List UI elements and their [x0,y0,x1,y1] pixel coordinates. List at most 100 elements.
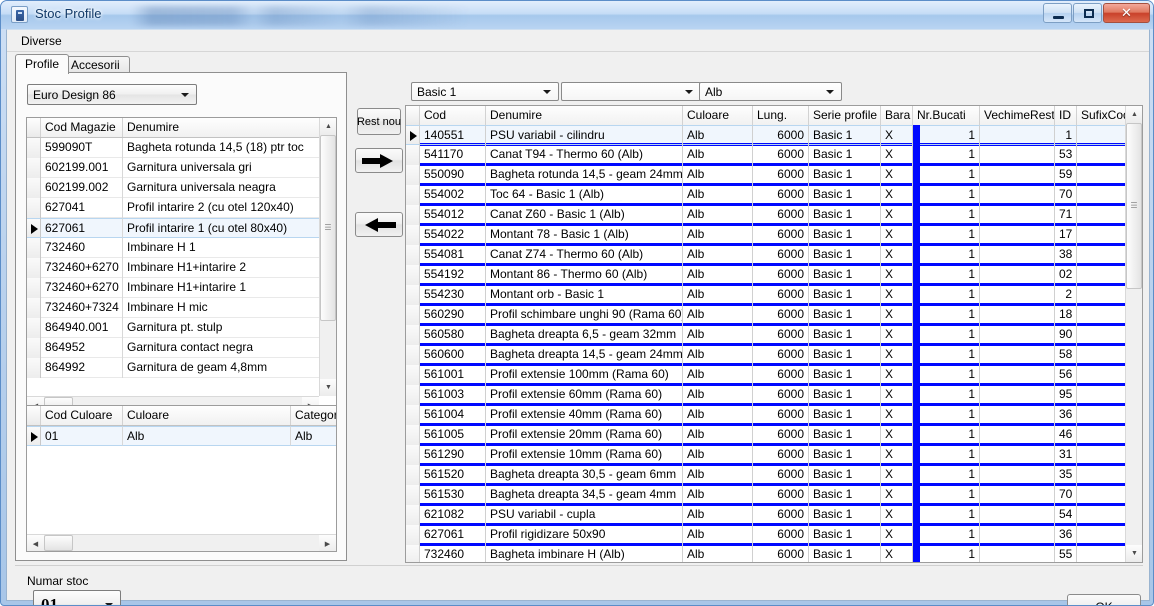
grid-cell[interactable] [980,364,1055,385]
grid-cell[interactable]: 6000 [753,164,809,185]
grid-cell[interactable]: Alb [683,224,753,245]
table-row[interactable]: 561530 Bagheta dreapta 34,5 - geam 4mm Alb… [406,484,1142,506]
table-row[interactable]: 732460 Imbinare H 1 [27,237,336,258]
grid-cell[interactable]: X [881,404,913,425]
row-indicator[interactable] [27,177,41,198]
grid-cell[interactable]: Alb [683,444,753,465]
grid-cell[interactable] [980,304,1055,325]
grid-cell[interactable]: Toc 64 - Basic 1 (Alb) [486,184,683,205]
grid-cell[interactable] [980,244,1055,265]
maximize-button[interactable] [1073,3,1102,23]
grid-cell[interactable]: Profil extensie 60mm (Rama 60) [486,384,683,405]
grid-cell[interactable]: 1 [920,424,980,445]
row-indicator[interactable] [406,524,420,545]
row-indicator[interactable] [406,284,420,305]
grid-cell[interactable]: Alb [683,484,753,505]
table-row[interactable]: 732460+7324 Imbinare H mic [27,297,336,318]
stock-grid-vscrollbar[interactable]: ▲ ☰ ▼ [1125,106,1142,562]
serie-filter-combo[interactable]: Basic 1 [411,82,559,101]
grid-cell[interactable]: 627041 [41,197,123,218]
numar-stoc-combo[interactable]: 01 [33,590,121,605]
table-row[interactable]: 554022 Montant 78 - Basic 1 (Alb) Alb 6000 B… [406,224,1142,246]
grid-cell[interactable]: 1 [920,124,980,145]
row-indicator[interactable] [406,444,420,465]
row-indicator[interactable] [406,344,420,365]
table-row[interactable]: 627061 Profil rigidizare 50x90 Alb 6000 Basi… [406,524,1142,546]
row-indicator[interactable] [406,364,420,385]
table-row[interactable]: 554012 Canat Z60 - Basic 1 (Alb) Alb 6000 Ba… [406,204,1142,226]
grid-cell[interactable]: 6000 [753,524,809,545]
grid-cell[interactable]: 554081 [420,244,486,265]
grid-cell[interactable]: 6000 [753,184,809,205]
grid-cell[interactable] [980,264,1055,285]
grid-cell[interactable]: 36 [1055,404,1077,425]
grid-cell[interactable]: Garnitura universala neagra [123,177,323,198]
grid-cell[interactable]: X [881,384,913,405]
grid-cell[interactable] [980,344,1055,365]
grid-cell[interactable]: 6000 [753,144,809,165]
grid-cell[interactable]: 1 [920,164,980,185]
grid-cell[interactable]: 1 [920,404,980,425]
grid-cell[interactable]: Montant orb - Basic 1 [486,284,683,305]
grid-cell[interactable]: Alb [683,404,753,425]
grid-cell[interactable]: Alb [683,344,753,365]
grid-cell[interactable]: Bagheta dreapta 30,5 - geam 6mm [486,464,683,485]
row-indicator[interactable] [406,164,420,185]
row-indicator[interactable] [406,384,420,405]
row-indicator[interactable] [27,137,41,158]
grid-cell[interactable]: Imbinare H 1 [123,237,323,258]
grid-cell[interactable]: 56 [1055,364,1077,385]
grid-cell[interactable]: Alb [683,424,753,445]
table-row[interactable]: 732460+6270 Imbinare H1+intarire 2 [27,257,336,278]
grid-cell[interactable]: 01 [41,426,123,446]
grid-cell[interactable]: 36 [1055,524,1077,545]
grid-cell[interactable]: 627061 [41,217,123,238]
grid-cell[interactable]: 71 [1055,204,1077,225]
table-row[interactable]: 621082 PSU variabil - cupla Alb 6000 Basic 1… [406,504,1142,526]
grid-cell[interactable] [980,184,1055,205]
grid-cell[interactable]: 1 [920,384,980,405]
table-row[interactable]: 864992 Garnitura de geam 4,8mm [27,357,336,378]
table-row[interactable]: 602199.001 Garnitura universala gri [27,157,336,178]
grid-cell[interactable]: 54 [1055,504,1077,525]
table-row[interactable]: 561290 Profil extensie 10mm (Rama 60) Alb 6… [406,444,1142,466]
table-row[interactable]: 554230 Montant orb - Basic 1 Alb 6000 Basic … [406,284,1142,306]
row-indicator[interactable] [406,324,420,345]
grid-cell[interactable]: 732460+6270 [41,257,123,278]
close-button[interactable]: ✕ [1103,3,1150,23]
grid-cell[interactable]: 602199.002 [41,177,123,198]
row-indicator[interactable] [406,544,420,562]
stock-grid[interactable]: Cod Denumire Culoare Lung. Serie profile… [405,105,1143,563]
grid-cell[interactable]: 621082 [420,504,486,525]
row-indicator[interactable] [27,197,41,218]
grid-cell[interactable]: 95 [1055,384,1077,405]
grid-cell[interactable]: 1 [920,304,980,325]
grid-cell[interactable]: Basic 1 [809,504,881,525]
table-row[interactable]: 560290 Profil schimbare unghi 90 (Rama 60… [406,304,1142,326]
grid-cell[interactable]: 18 [1055,304,1077,325]
grid-cell[interactable]: Alb [683,504,753,525]
table-row[interactable]: 561001 Profil extensie 100mm (Rama 60) Alb… [406,364,1142,386]
grid-cell[interactable]: 6000 [753,364,809,385]
column-header-nr-bucati[interactable]: Nr.Bucati [913,106,980,125]
grid-cell[interactable]: 6000 [753,484,809,505]
grid-cell[interactable]: 1 [920,244,980,265]
row-indicator[interactable] [406,504,420,525]
grid-cell[interactable]: 140551 [420,124,486,145]
column-header-bara[interactable]: Bara [881,106,913,125]
grid-cell[interactable]: 1 [920,224,980,245]
colors-grid[interactable]: Cod Culoare Culoare Categorie C 01AlbAlb… [26,405,337,552]
grid-cell[interactable]: 560290 [420,304,486,325]
grid-cell[interactable]: 6000 [753,424,809,445]
grid-cell[interactable]: 602199.001 [41,157,123,178]
grid-cell[interactable] [980,204,1055,225]
grid-cell[interactable]: 1 [920,444,980,465]
grid-cell[interactable]: X [881,344,913,365]
grid-cell[interactable]: 1 [920,524,980,545]
scroll-up-icon[interactable]: ▲ [320,118,336,135]
color-scroll-left-icon[interactable]: ◀ [27,535,44,551]
grid-cell[interactable]: X [881,484,913,505]
grid-cell[interactable]: 6000 [753,544,809,562]
grid-cell[interactable]: 70 [1055,184,1077,205]
grid-cell[interactable] [980,224,1055,245]
